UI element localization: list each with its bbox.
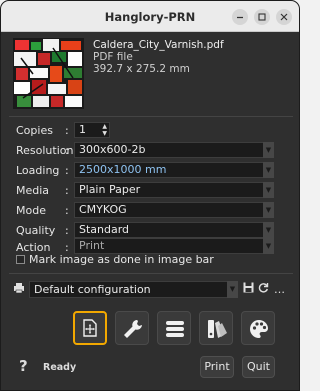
status-text: Ready	[43, 362, 77, 373]
mark-done-label: Mark image as done in image bar	[29, 253, 214, 266]
printer-icon	[13, 282, 25, 299]
minimize-icon[interactable]	[232, 9, 248, 25]
chevron-down-icon[interactable]: ▼	[263, 222, 274, 238]
title-bar: Hanglory-PRN	[1, 1, 299, 32]
print-button[interactable]: Print	[200, 356, 234, 378]
app-window: Hanglory-PRN Caldera_City_Varnish.pdf PD…	[0, 0, 300, 391]
colon: :	[65, 184, 69, 197]
more-icon[interactable]: …	[274, 282, 285, 297]
close-icon[interactable]	[276, 9, 292, 25]
help-icon[interactable]: ?	[19, 357, 28, 375]
position-icon	[83, 319, 97, 337]
colon: :	[65, 124, 69, 137]
refresh-icon[interactable]	[258, 282, 269, 298]
loading-label: Loading	[16, 164, 60, 177]
maximize-icon[interactable]	[254, 9, 270, 25]
configuration-bar: Default configuration ▼ …	[11, 281, 287, 298]
configuration-select[interactable]: Default configuration	[29, 281, 238, 298]
quality-select[interactable]: Standard	[74, 222, 274, 238]
mode-label: Mode	[16, 204, 46, 217]
media-label: Media	[16, 184, 50, 197]
queue-button[interactable]	[157, 311, 191, 345]
settings-button[interactable]	[115, 311, 149, 345]
file-type: PDF file	[93, 51, 133, 63]
color-swatch-button[interactable]	[199, 311, 233, 345]
quality-label: Quality	[16, 224, 56, 237]
chevron-down-icon[interactable]: ▼	[263, 142, 274, 158]
colon: :	[65, 224, 69, 237]
chevron-down-icon[interactable]: ▼	[263, 162, 274, 178]
chevron-down-icon[interactable]: ▼	[263, 238, 274, 254]
colon: :	[65, 144, 69, 157]
palette-button[interactable]	[241, 311, 275, 345]
list-icon	[166, 321, 184, 337]
file-size: 392.7 x 275.2 mm	[93, 63, 190, 75]
divider	[9, 116, 293, 117]
copies-spinner[interactable]: 1 ▲ ▼	[74, 122, 110, 138]
action-select[interactable]: Print	[74, 238, 274, 254]
colon: :	[65, 164, 69, 177]
spinner-arrows-icon[interactable]: ▲ ▼	[102, 123, 107, 137]
chevron-down-icon[interactable]: ▼	[227, 281, 238, 298]
colon: :	[65, 204, 69, 217]
resolution-select[interactable]: 300x600-2b	[74, 142, 274, 158]
copies-label: Copies	[16, 124, 53, 137]
file-name: Caldera_City_Varnish.pdf	[93, 39, 224, 51]
palette-icon	[250, 319, 269, 338]
position-button[interactable]	[73, 311, 107, 345]
mark-done-checkbox[interactable]	[16, 255, 25, 264]
loading-select[interactable]: 2500x1000 mm	[74, 162, 274, 178]
mode-select[interactable]: CMYKOG	[74, 202, 274, 218]
file-info: Caldera_City_Varnish.pdf PDF file 392.7 …	[93, 39, 224, 75]
chevron-down-icon[interactable]: ▼	[263, 182, 274, 198]
chevron-down-icon[interactable]: ▼	[263, 202, 274, 218]
copies-value: 1	[79, 123, 86, 136]
swatch-icon	[208, 320, 227, 338]
divider	[9, 273, 293, 274]
wrench-icon	[124, 320, 142, 338]
media-select[interactable]: Plain Paper	[74, 182, 274, 198]
save-icon[interactable]	[243, 282, 254, 298]
file-thumbnail	[13, 38, 84, 109]
quit-button[interactable]: Quit	[242, 356, 275, 378]
